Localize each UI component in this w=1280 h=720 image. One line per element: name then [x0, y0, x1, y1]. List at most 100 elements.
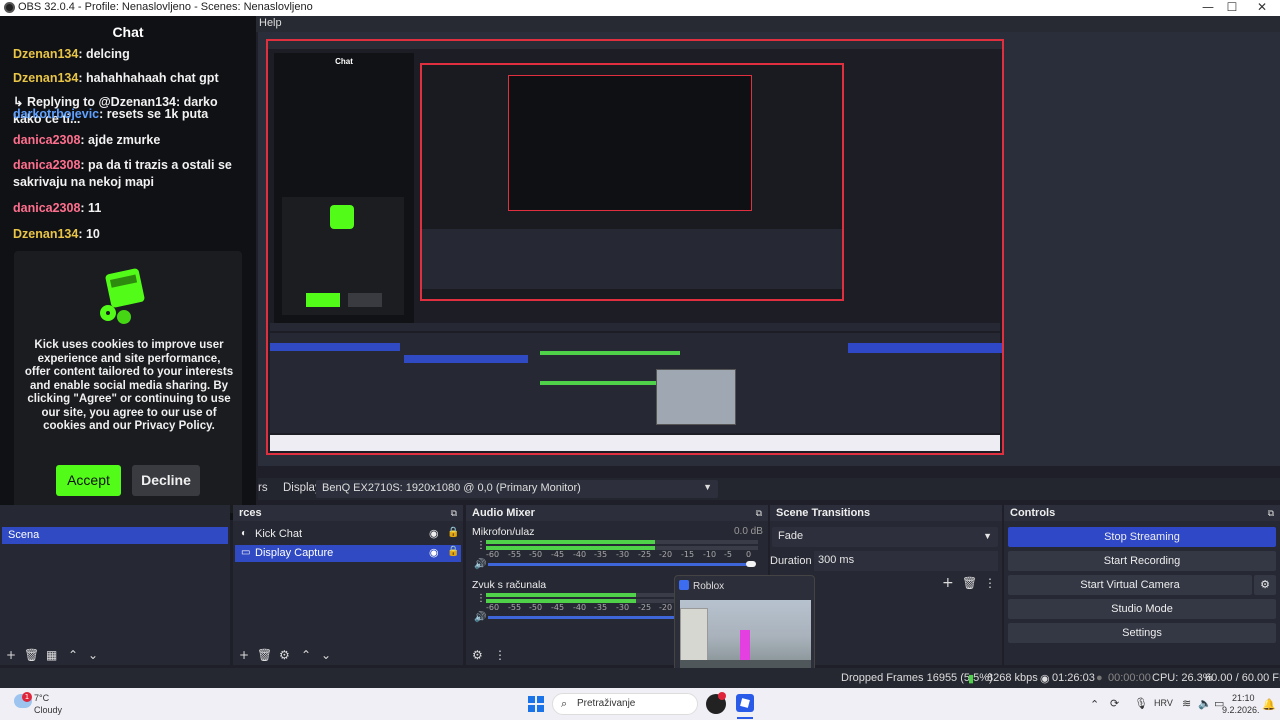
add-icon[interactable]: +	[239, 649, 249, 661]
undock-icon[interactable]: ⧉	[451, 508, 457, 520]
chat-username[interactable]: danica2308	[13, 133, 80, 147]
settings-button[interactable]: Settings	[1008, 623, 1276, 643]
undock-icon[interactable]: ⧉	[1268, 508, 1274, 520]
meter-tick-label: -60	[486, 550, 500, 559]
trash-icon[interactable]: 🗑	[24, 649, 39, 661]
chat-message: Dzenan134: delcing	[13, 46, 248, 63]
channel-name: Mikrofon/ulaz	[472, 526, 535, 538]
transition-select[interactable]: Fade ▼	[772, 527, 998, 547]
lock-icon[interactable]: 🔒	[447, 527, 459, 538]
notification-bell-icon[interactable]: 🔔	[1262, 698, 1276, 711]
chat-username[interactable]: danica2308	[13, 158, 80, 172]
display-select[interactable]: BenQ EX2710S: 1920x1080 @ 0,0 (Primary M…	[316, 480, 718, 498]
kebab-menu-icon[interactable]: ⋮	[984, 577, 996, 589]
wifi-icon[interactable]: ≋	[1182, 697, 1191, 710]
bitrate: 8268 kbps	[987, 672, 1038, 684]
nested-taskbar	[270, 435, 1000, 451]
obs-logo-icon	[4, 2, 15, 13]
move-down-icon[interactable]: ⌄	[88, 649, 98, 661]
chat-username[interactable]: Dzenan134	[13, 71, 78, 85]
scenes-toolbar: + 🗑 ▦ ⌃ ⌄	[0, 645, 230, 665]
meter-tick-label: -25	[638, 550, 652, 559]
volume-slider-knob[interactable]	[746, 561, 756, 567]
start-virtual-camera-button[interactable]: Start Virtual Camera	[1008, 575, 1252, 595]
meter-tick-label: -10	[703, 550, 717, 559]
chat-username[interactable]: danica2308	[13, 201, 80, 215]
trash-icon[interactable]: 🗑	[257, 649, 272, 661]
move-up-icon[interactable]: ⌃	[301, 649, 311, 661]
virtual-camera-settings-button[interactable]: ⚙	[1254, 575, 1276, 595]
decline-button[interactable]: Decline	[132, 465, 200, 496]
menu-help[interactable]: Help	[259, 17, 282, 29]
speaker-icon[interactable]: 🔊	[474, 612, 486, 624]
chat-username[interactable]: Dzenan134	[13, 47, 78, 61]
scene-item[interactable]: Scena	[2, 527, 228, 544]
stream-icon: ◉	[1040, 673, 1050, 685]
chat-username[interactable]: Dzenan134	[13, 227, 78, 241]
audio-meter	[486, 540, 758, 544]
filters-label[interactable]: rs	[258, 482, 268, 494]
source-label: Display Capture	[255, 547, 334, 559]
meter-tick-label: -55	[508, 550, 522, 559]
clock-time[interactable]: 21:10	[1232, 693, 1255, 703]
sources-toolbar: + 🗑 ⚙ ⌃ ⌄	[233, 645, 463, 665]
lock-icon[interactable]: 🔒	[447, 546, 459, 557]
source-label: Kick Chat	[255, 528, 303, 540]
kebab-menu-icon[interactable]: ⋮	[476, 593, 486, 605]
taskbar-search[interactable]: ⌕ Pretraživanje	[552, 693, 698, 715]
duration-input[interactable]: 300 ms	[814, 551, 998, 571]
filter-icon[interactable]: ▦	[46, 649, 57, 661]
nested-decline-button	[348, 293, 382, 307]
roblox-taskbar-preview[interactable]: Roblox	[674, 575, 815, 678]
close-button[interactable]: ✕	[1244, 0, 1280, 16]
chat-message: darkotrbojevic: resets se 1k puta	[13, 106, 248, 123]
fps: 60.00 / 60.00 FPS	[1205, 672, 1280, 684]
obs-taskbar-icon[interactable]	[706, 692, 726, 714]
sync-icon[interactable]: ⟳	[1110, 697, 1119, 710]
meter-tick-label: -5	[724, 550, 732, 559]
accept-button[interactable]: Accept	[56, 465, 121, 496]
source-item-kick-chat[interactable]: ◐ Kick Chat ◉ 🔒	[235, 526, 461, 543]
add-icon[interactable]: +	[942, 576, 954, 590]
speaker-icon[interactable]: 🔊	[474, 559, 486, 571]
kebab-menu-icon[interactable]: ⋮	[494, 649, 506, 661]
roblox-icon	[679, 580, 689, 590]
scene-transitions-title: Scene Transitions	[770, 505, 1002, 521]
volume-slider[interactable]	[488, 616, 688, 619]
volume-icon[interactable]: 🔈	[1198, 697, 1212, 710]
display-capture-preview[interactable]: Chat	[266, 39, 1004, 455]
windows-start-icon[interactable]	[528, 696, 544, 712]
language-indicator[interactable]: HRV	[1154, 698, 1173, 708]
start-recording-button[interactable]: Start Recording	[1008, 551, 1276, 571]
studio-mode-button[interactable]: Studio Mode	[1008, 599, 1276, 619]
move-down-icon[interactable]: ⌄	[321, 649, 331, 661]
meter-tick-label: -50	[529, 550, 543, 559]
gear-icon[interactable]: ⚙	[279, 649, 290, 661]
microphone-icon[interactable]: 🎙	[1134, 697, 1148, 710]
duration-label: Duration	[770, 555, 812, 567]
volume-slider[interactable]	[488, 563, 754, 566]
visibility-eye-icon[interactable]: ◉	[429, 546, 439, 559]
nested-titlebar	[268, 41, 1002, 49]
source-item-display-capture[interactable]: ▭ Display Capture ◉ 🔒	[235, 545, 461, 562]
roblox-preview-thumbnail[interactable]	[680, 600, 811, 674]
gear-icon[interactable]: ⚙	[472, 649, 483, 661]
chat-message: Dzenan134: hahahhahaah chat gpt	[13, 70, 248, 87]
tray-chevron-up-icon[interactable]: ⌃	[1090, 698, 1099, 711]
chat-username[interactable]: darkotrbojevic	[13, 107, 99, 121]
meter-tick-label: 0	[746, 550, 752, 559]
browser-source-icon: ◐	[241, 528, 248, 539]
roblox-taskbar-icon[interactable]	[736, 694, 754, 712]
trash-icon[interactable]: 🗑	[962, 577, 977, 589]
add-icon[interactable]: +	[6, 649, 16, 661]
visibility-eye-icon[interactable]: ◉	[429, 527, 439, 540]
meter-tick-label: -35	[594, 550, 608, 559]
kebab-menu-icon[interactable]: ⋮	[476, 540, 486, 552]
move-up-icon[interactable]: ⌃	[68, 649, 78, 661]
nested-roblox-thumb	[656, 369, 736, 425]
undock-icon[interactable]: ⧉	[756, 508, 762, 520]
meter-tick-label: -40	[573, 550, 587, 559]
sources-dock: rces ⧉ ◐ Kick Chat ◉ 🔒 ▭ Display Capture…	[233, 505, 463, 665]
stop-streaming-button[interactable]: Stop Streaming	[1008, 527, 1276, 547]
clock-date[interactable]: 9.2.2026.	[1222, 705, 1260, 715]
